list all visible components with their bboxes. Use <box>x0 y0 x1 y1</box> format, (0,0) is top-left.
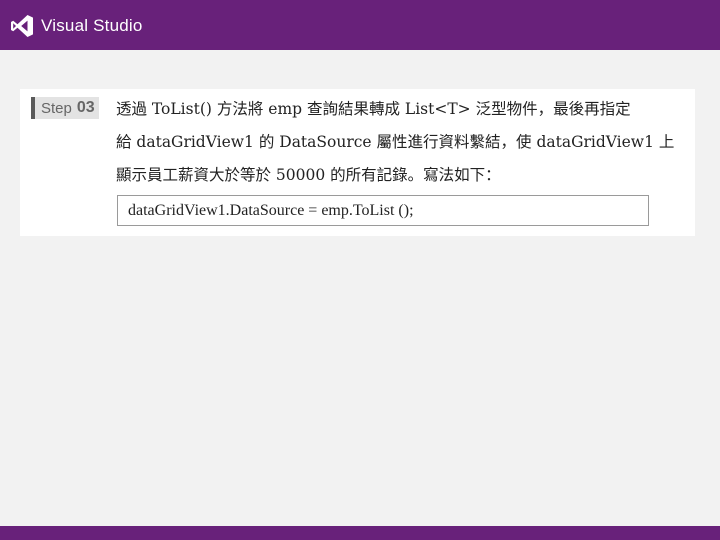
instruction-line: 透過 ToList() 方法將 emp 查詢結果轉成 List<T> 泛型物件，… <box>116 100 631 118</box>
instruction-text: 透過 ToList() 方法將 emp 查詢結果轉成 List<T> 泛型物件，… <box>116 93 688 192</box>
footer-bar <box>0 526 720 540</box>
brand-name: Visual Studio <box>41 16 143 35</box>
instruction-panel: Step 03 透過 ToList() 方法將 emp 查詢結果轉成 List<… <box>20 89 695 236</box>
visual-studio-logo-icon <box>10 14 34 38</box>
title-bar: Visual Studio <box>0 0 720 50</box>
step-label: Step <box>41 99 72 117</box>
code-snippet: dataGridView1.DataSource = emp.ToList ()… <box>117 195 649 226</box>
step-number: 03 <box>76 99 95 116</box>
brand-logo: Visual Studio <box>10 13 143 39</box>
instruction-line: 給 dataGridView1 的 DataSource 屬性進行資料繫結，使 … <box>116 133 675 151</box>
instruction-line: 顯示員工薪資大於等於 50000 的所有記錄。寫法如下： <box>116 166 501 184</box>
step-badge: Step 03 <box>31 97 99 119</box>
